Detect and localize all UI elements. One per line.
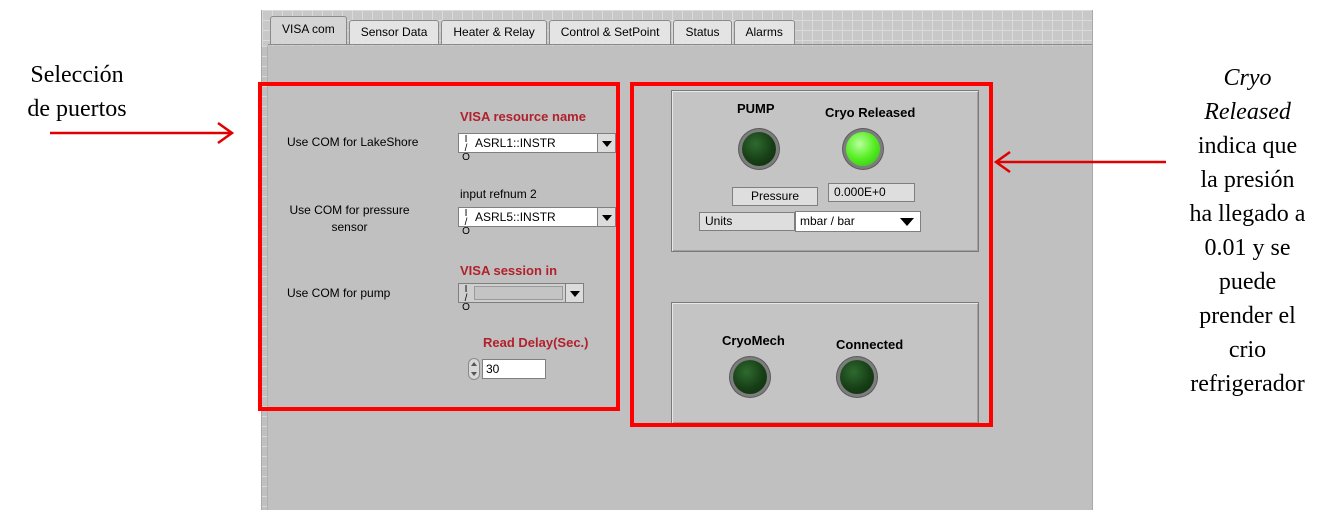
annotation-line: indica que <box>1197 133 1298 159</box>
right-arrow <box>993 150 1166 174</box>
annotation-line: la presión <box>1200 167 1295 193</box>
tab-sensor-data[interactable]: Sensor Data <box>348 20 440 44</box>
highlight-status-indicators <box>630 82 993 427</box>
annotation-line: puede <box>1218 269 1277 295</box>
annotation-line: prender el <box>1199 303 1296 329</box>
left-arrow <box>50 121 235 145</box>
annotation-line: ha llegado a <box>1189 201 1306 227</box>
annotation-line: 0.01 y se <box>1204 235 1291 261</box>
tab-visa-com[interactable]: VISA com <box>270 16 347 44</box>
tab-heater-relay[interactable]: Heater & Relay <box>441 20 547 44</box>
tab-alarms[interactable]: Alarms <box>733 20 795 44</box>
annotation-line: Selección <box>30 62 124 88</box>
annotation-line: refrigerador <box>1190 371 1305 397</box>
tab-status[interactable]: Status <box>673 20 732 44</box>
annotation-cryo-released: Cryo Released indica que la presión ha l… <box>1160 61 1335 401</box>
annotation-line-italic: Cryo <box>1223 65 1272 91</box>
tab-control-setpoint[interactable]: Control & SetPoint <box>548 20 672 44</box>
annotation-line-italic: Released <box>1204 99 1291 125</box>
highlight-port-selection <box>258 82 620 411</box>
annotation-port-selection: Selección de puertos <box>2 58 152 126</box>
annotation-line: crio <box>1228 337 1267 363</box>
tab-bar: VISA com Sensor Data Heater & Relay Cont… <box>270 16 797 44</box>
